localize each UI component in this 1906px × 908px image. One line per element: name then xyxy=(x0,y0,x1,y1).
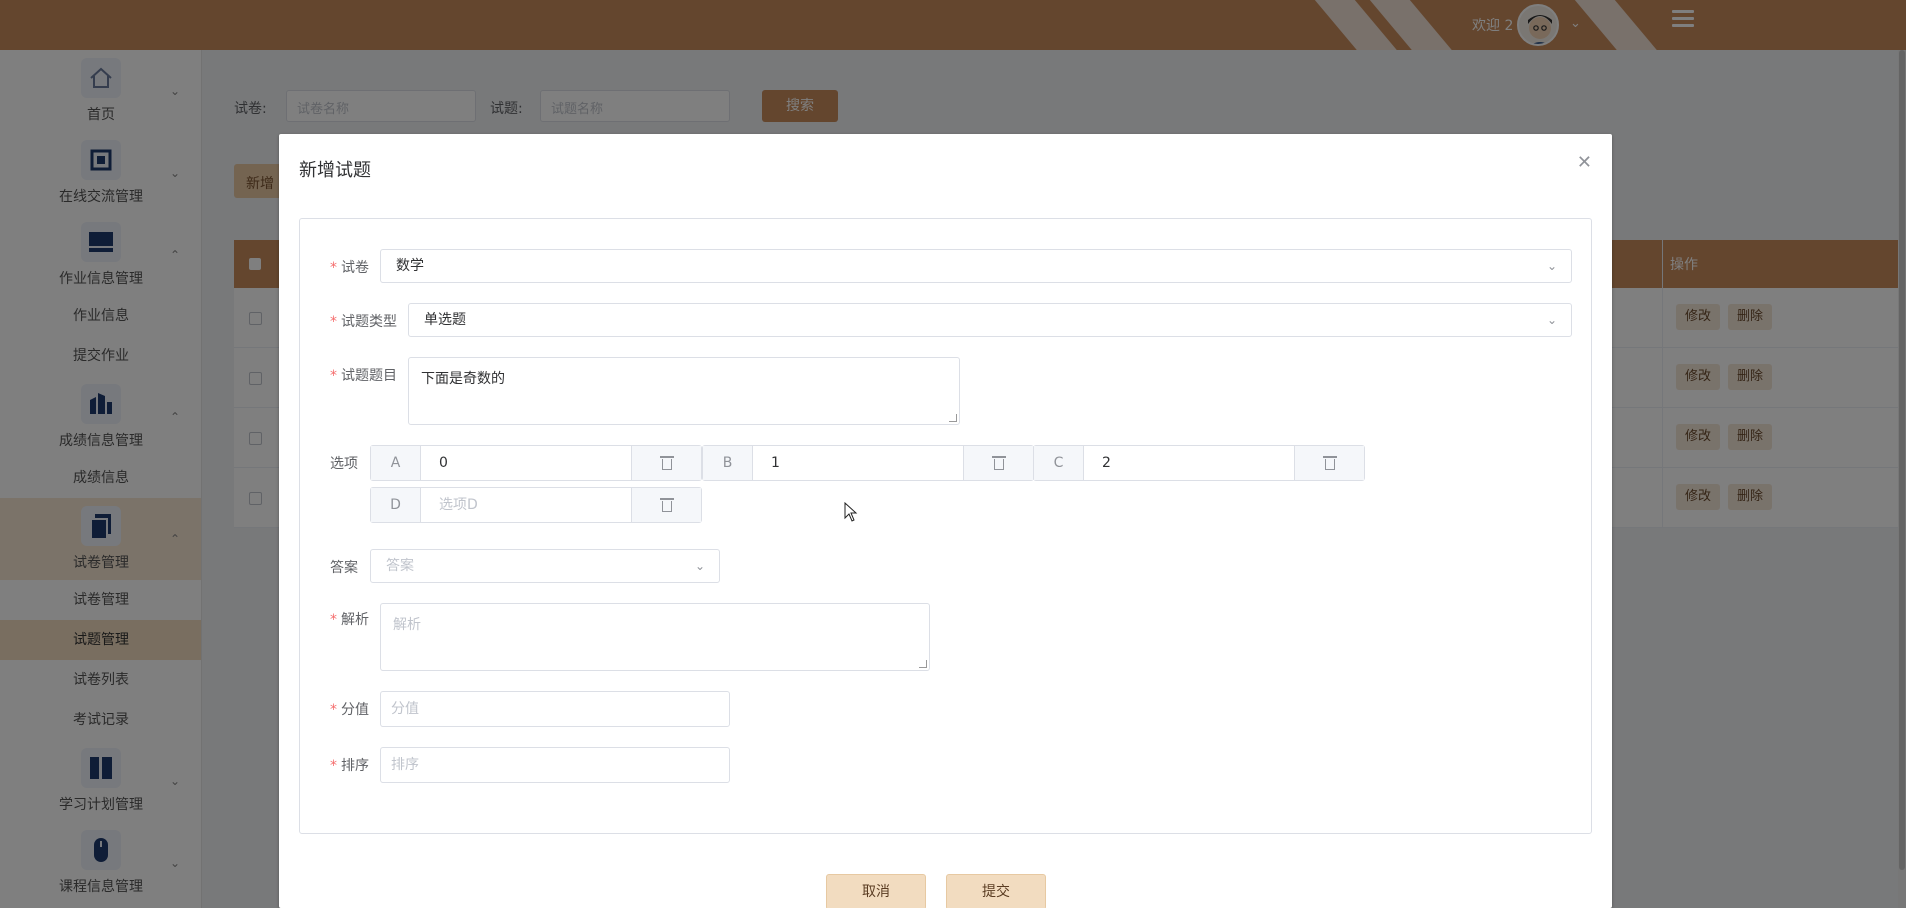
paper-field-label: * 试卷 xyxy=(330,260,369,276)
question-type-select[interactable]: 单选题 ⌄ xyxy=(408,303,1572,337)
option-key: A xyxy=(371,446,421,480)
trash-icon xyxy=(659,496,674,512)
close-icon[interactable]: ✕ xyxy=(1577,154,1592,172)
question-form: * 试卷 数学 ⌄ * 试题类型 单选题 ⌄ * 试题题目 下面是奇数的 选项 A 0… xyxy=(299,218,1592,834)
delete-option-button[interactable] xyxy=(963,446,1033,480)
chevron-down-icon: ⌄ xyxy=(694,559,705,573)
question-field-label: * 试题题目 xyxy=(330,368,397,384)
add-question-dialog: 新增试题 ✕ * 试卷 数学 ⌄ * 试题类型 单选题 ⌄ * 试题题目 下面是奇数的… xyxy=(279,134,1612,908)
paper-select[interactable]: 数学 ⌄ xyxy=(380,249,1572,283)
trash-icon xyxy=(1322,454,1337,470)
option-b: B 1 xyxy=(702,445,1034,481)
question-textarea[interactable]: 下面是奇数的 xyxy=(408,357,960,425)
option-c: C 2 xyxy=(1033,445,1365,481)
trash-icon xyxy=(991,454,1006,470)
question-type-value: 单选题 xyxy=(424,312,466,328)
trash-icon xyxy=(659,454,674,470)
delete-option-button[interactable] xyxy=(631,446,701,480)
paper-select-value: 数学 xyxy=(396,258,424,274)
delete-option-button[interactable] xyxy=(631,488,701,522)
dialog-title: 新增试题 xyxy=(299,160,371,181)
answer-select[interactable]: 答案 ⌄ xyxy=(370,549,720,583)
question-textarea-value: 下面是奇数的 xyxy=(421,371,505,387)
option-key: B xyxy=(703,446,753,480)
option-a-input[interactable]: 0 xyxy=(421,446,631,480)
chevron-down-icon: ⌄ xyxy=(1546,259,1557,273)
chevron-down-icon: ⌄ xyxy=(1546,313,1557,327)
option-d-input[interactable]: 选项D xyxy=(421,488,631,522)
option-key: C xyxy=(1034,446,1084,480)
resize-handle-icon[interactable] xyxy=(919,660,927,668)
answer-field-label: 答案 xyxy=(330,560,358,576)
sort-input[interactable]: 排序 xyxy=(380,747,730,783)
resize-handle-icon[interactable] xyxy=(949,414,957,422)
submit-button[interactable]: 提交 xyxy=(946,874,1046,908)
options-field-label: 选项 xyxy=(330,456,358,472)
option-d: D 选项D xyxy=(370,487,702,523)
analysis-placeholder: 解析 xyxy=(393,617,421,633)
analysis-field-label: * 解析 xyxy=(330,612,369,628)
type-field-label: * 试题类型 xyxy=(330,314,397,330)
cancel-button[interactable]: 取消 xyxy=(826,874,926,908)
sort-field-label: * 排序 xyxy=(330,758,369,774)
mouse-cursor-icon xyxy=(844,502,858,522)
option-a: A 0 xyxy=(370,445,702,481)
option-key: D xyxy=(371,488,421,522)
analysis-textarea[interactable]: 解析 xyxy=(380,603,930,671)
delete-option-button[interactable] xyxy=(1294,446,1364,480)
option-c-input[interactable]: 2 xyxy=(1084,446,1294,480)
answer-select-placeholder: 答案 xyxy=(386,558,414,574)
score-input[interactable]: 分值 xyxy=(380,691,730,727)
score-field-label: * 分值 xyxy=(330,702,369,718)
option-b-input[interactable]: 1 xyxy=(753,446,963,480)
